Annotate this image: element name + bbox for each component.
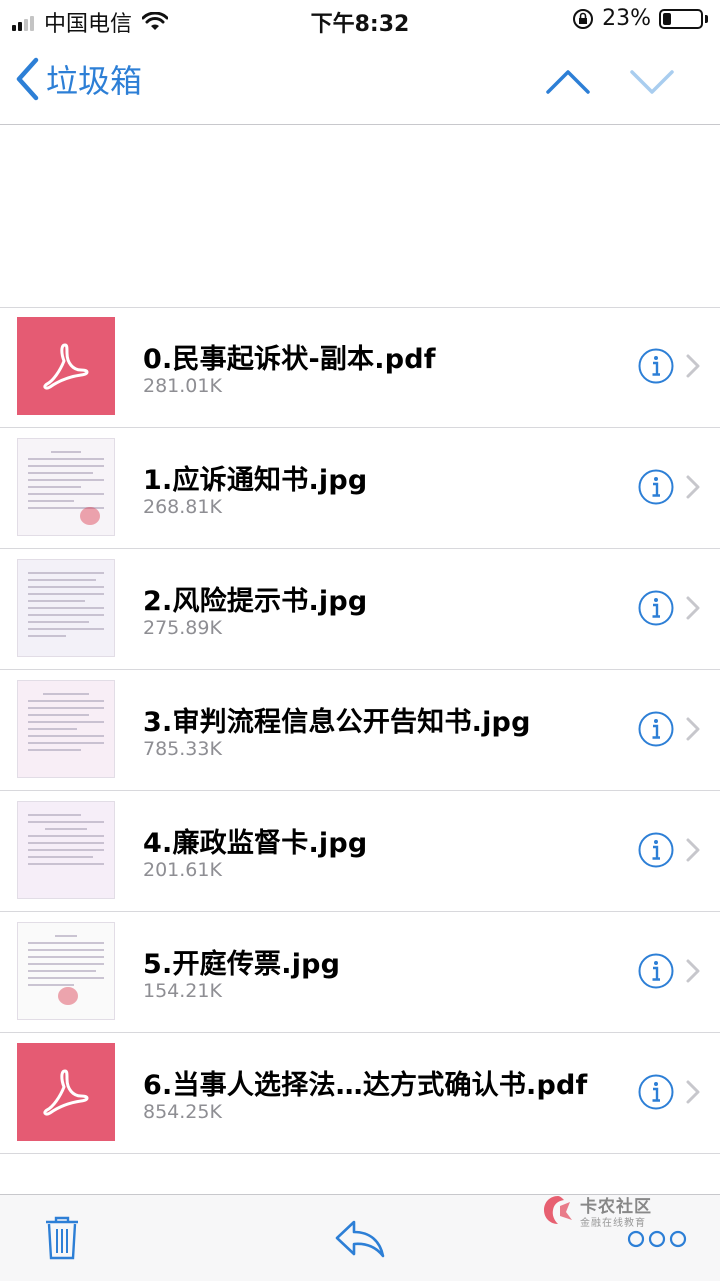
attachment-row[interactable]: 0.民事起诉状-副本.pdf 281.01K [0,307,720,428]
info-icon[interactable] [637,831,675,869]
info-icon[interactable] [637,1073,675,1111]
battery-percent: 23% [602,6,651,31]
image-thumbnail [17,922,115,1020]
attachment-name: 3.审判流程信息公开告知书.jpg [143,707,531,738]
chevron-right-icon [686,475,700,499]
info-icon[interactable] [637,468,675,506]
attachment-list: 0.民事起诉状-副本.pdf 281.01K 1.应诉通知书.jpg 268.8… [0,307,720,1154]
attachment-row[interactable]: 6.当事人选择法…达方式确认书.pdf 854.25K [0,1033,720,1154]
attachment-name: 6.当事人选择法…达方式确认书.pdf [143,1070,588,1101]
more-icon[interactable] [626,1229,688,1249]
attachment-name: 1.应诉通知书.jpg [143,465,368,496]
pdf-thumbnail [17,317,115,415]
acrobat-icon [43,343,89,390]
back-button-label: 垃圾箱 [46,62,143,100]
status-bar: 中国电信 下午8:32 23% [0,0,720,40]
battery-level [663,12,671,25]
chevron-right-icon [686,717,700,741]
image-thumbnail [17,801,115,899]
attachment-size: 154.21K [143,980,222,1002]
chevron-right-icon [686,959,700,983]
attachment-size: 275.89K [143,617,222,639]
chevron-right-icon [686,354,700,378]
info-icon[interactable] [637,710,675,748]
battery-tip [705,14,708,23]
info-icon[interactable] [637,347,675,385]
attachment-name: 0.民事起诉状-副本.pdf [143,344,436,375]
attachment-name: 4.廉政监督卡.jpg [143,828,368,859]
attachment-size: 854.25K [143,1101,222,1123]
attachment-row[interactable]: 3.审判流程信息公开告知书.jpg 785.33K [0,670,720,791]
watermark-subtitle: 金融在线教育 [580,1218,646,1229]
attachment-size: 281.01K [143,375,222,397]
chevron-down-icon[interactable] [624,62,680,102]
attachment-size: 268.81K [143,496,222,518]
battery-icon [659,8,703,29]
attachment-size: 785.33K [143,738,222,760]
attachment-row[interactable]: 4.廉政监督卡.jpg 201.61K [0,791,720,912]
message-navigation [512,62,680,102]
acrobat-icon [43,1069,89,1116]
status-right: 23% [572,6,708,31]
attachment-row[interactable]: 5.开庭传票.jpg 154.21K [0,912,720,1033]
chevron-right-icon [686,838,700,862]
attachment-row[interactable]: 2.风险提示书.jpg 275.89K [0,549,720,670]
chevron-right-icon [686,1080,700,1104]
trash-icon[interactable] [44,1215,80,1261]
nav-bar: 垃圾箱 [0,40,720,125]
attachment-name: 5.开庭传票.jpg [143,949,341,980]
image-thumbnail [17,559,115,657]
reply-icon[interactable] [334,1219,386,1259]
watermark-logo-icon [544,1196,572,1224]
image-thumbnail [17,680,115,778]
watermark: 卡农社区 金融在线教育 [540,1190,670,1232]
pdf-thumbnail [17,1043,115,1141]
attachment-size: 201.61K [143,859,222,881]
info-icon[interactable] [637,589,675,627]
attachment-name: 2.风险提示书.jpg [143,586,368,617]
chevron-up-icon[interactable] [540,62,596,102]
attachment-row[interactable]: 1.应诉通知书.jpg 268.81K [0,428,720,549]
image-thumbnail [17,438,115,536]
back-button[interactable]: 垃圾箱 [14,56,142,102]
chevron-right-icon [686,596,700,620]
chevron-left-icon [16,57,39,101]
message-header-area [0,125,720,308]
info-icon[interactable] [637,952,675,990]
rotation-lock-icon [573,8,594,29]
